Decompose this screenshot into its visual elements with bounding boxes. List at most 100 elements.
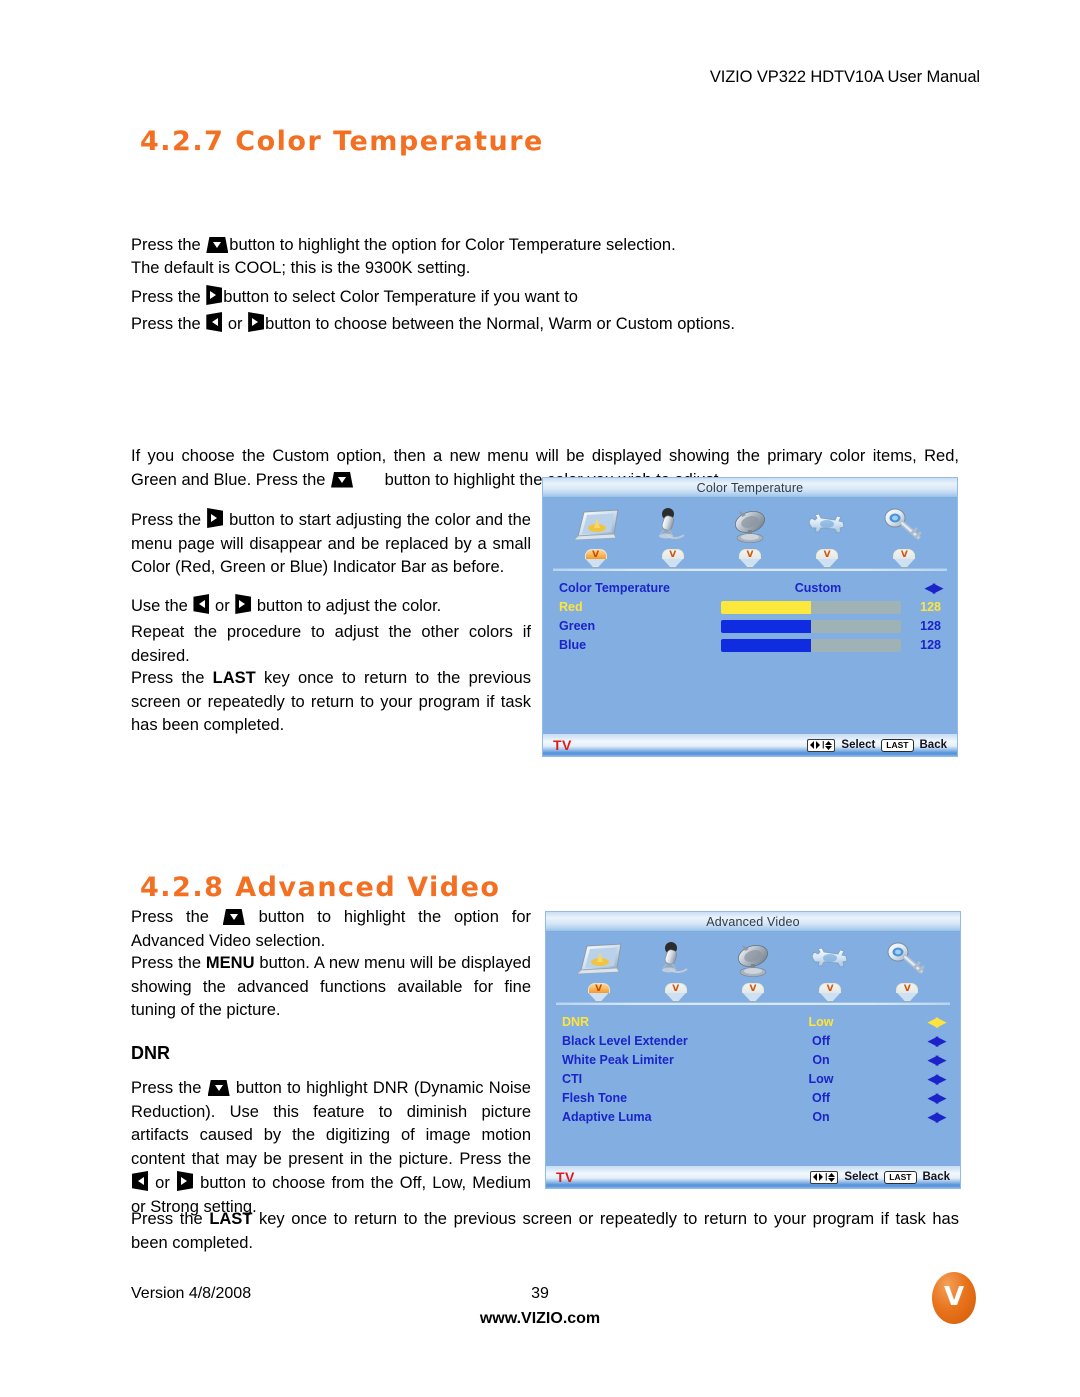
down-arrow-key-icon: [331, 471, 354, 488]
use-button-paragraph: Use the or button to adjust the color.: [131, 594, 531, 619]
blue-slider-track[interactable]: [720, 638, 901, 652]
left-right-arrows-icon[interactable]: ◀▶: [910, 1109, 946, 1125]
osd-row-value: 128: [920, 600, 941, 614]
picture-monitor-icon: [573, 940, 625, 980]
osd-tab-tuner[interactable]: V: [717, 506, 783, 567]
osd-status-bar: TV | Select LAST Back: [543, 734, 957, 756]
osd-option-list: Color Temperature Custom ◀▶ Red 128 Gree…: [543, 571, 957, 654]
osd-row-label: DNR: [562, 1015, 590, 1029]
osd-source-label: TV: [553, 737, 572, 753]
last-key-button[interactable]: LAST: [881, 738, 914, 752]
osd-row-flesh-tone[interactable]: Flesh Tone Off ◀▶: [562, 1089, 946, 1107]
start-adjusting-paragraph: Press the button to start adjusting the …: [131, 508, 531, 580]
osd-row-value: Off: [811, 1034, 831, 1048]
osd-row-red[interactable]: Red 128: [559, 598, 941, 616]
osd-titlebar: Color Temperature: [543, 478, 957, 498]
red-slider-track[interactable]: [720, 600, 901, 614]
osd-row-cti[interactable]: CTI Low ◀▶: [562, 1070, 946, 1088]
right-arrow-key-icon: [235, 594, 252, 614]
vizio-v-glyph: V: [592, 550, 600, 560]
osd-tab-parental[interactable]: V: [874, 940, 940, 1001]
osd-tab-picture[interactable]: V: [566, 940, 632, 1001]
left-arrow-key-icon: [193, 594, 210, 614]
osd-row-black-level-extender[interactable]: Black Level Extender Off ◀▶: [562, 1032, 946, 1050]
vizio-tab-marker: V: [896, 983, 919, 1001]
osd-category-icon-strip: V V V V V: [543, 498, 957, 567]
down-arrow-key-icon: [207, 1080, 230, 1096]
color-temp-intro-line-3: Press the button to select Color Tempera…: [131, 285, 851, 310]
osd-row-dnr[interactable]: DNR Low ◀▶: [562, 1013, 946, 1031]
right-arrow-key-icon: [248, 312, 265, 332]
osd-row-label: White Peak Limiter: [562, 1053, 674, 1067]
osd-tab-audio[interactable]: V: [643, 940, 709, 1001]
osd-tab-audio[interactable]: V: [640, 506, 706, 567]
back-label: Back: [922, 1171, 951, 1183]
osd-row-label: CTI: [562, 1072, 583, 1086]
osd-row-color-temperature[interactable]: Color Temperature Custom ◀▶: [559, 579, 943, 597]
osd-tab-parental[interactable]: V: [871, 506, 937, 567]
microphone-audio-icon: [650, 506, 696, 546]
adjust-color-text: button to adjust the color.: [252, 597, 442, 615]
green-slider-track[interactable]: [720, 619, 901, 633]
osd-row-adaptive-luma[interactable]: Adaptive Luma On ◀▶: [562, 1108, 946, 1126]
press-the-text: Press the: [131, 236, 206, 254]
repeat-procedure-paragraph: Repeat the procedure to adjust the other…: [131, 623, 531, 665]
key-parental-icon: [881, 506, 927, 546]
manual-header-title: VIZIO VP322 HDTV10A User Manual: [709, 68, 980, 86]
last-key-paragraph-1: Press the LAST key once to return to the…: [131, 667, 531, 738]
right-arrow-key-icon: [207, 508, 224, 528]
vizio-v-glyph: V: [900, 550, 908, 560]
vizio-tab-marker: V: [819, 983, 842, 1001]
vizio-v-glyph: V: [669, 550, 677, 560]
osd-row-green[interactable]: Green 128: [559, 617, 941, 635]
left-arrow-key-icon: [132, 1171, 148, 1191]
vizio-v-glyph: V: [746, 550, 754, 560]
right-arrow-key-icon: [177, 1171, 193, 1191]
osd-tab-setup[interactable]: V: [797, 940, 863, 1001]
footer-website: www.VIZIO.com: [479, 1310, 601, 1327]
osd-advanced-video-panel: Advanced Video V V V V V DNR Low ◀▶ Blac…: [545, 911, 961, 1189]
red-slider-fill: [720, 600, 811, 614]
intro-line-1-text: button to highlight the option for Color…: [229, 236, 676, 254]
last-key-text: key once to return to the previous scree…: [131, 1210, 959, 1252]
menu-key-label: MENU: [205, 954, 255, 972]
vizio-tab-marker: V: [741, 983, 764, 1001]
right-arrow-key-icon: [206, 285, 223, 305]
vizio-tab-marker: V: [661, 549, 684, 567]
left-right-arrows-icon[interactable]: ◀▶: [910, 1090, 946, 1106]
or-text: or: [149, 1174, 176, 1192]
osd-title: Advanced Video: [706, 914, 800, 929]
osd-tab-picture[interactable]: V: [563, 506, 629, 567]
microphone-audio-icon: [653, 940, 699, 980]
vizio-logo-icon: V: [932, 1272, 976, 1324]
last-key-paragraph-2: Press the LAST key once to return to the…: [131, 1208, 959, 1255]
wrench-setup-icon: [804, 940, 856, 980]
select-label: Select: [841, 739, 876, 751]
left-right-arrows-icon[interactable]: ◀▶: [910, 1052, 946, 1068]
color-temp-intro-line-4: Press the or button to choose between th…: [131, 312, 911, 337]
advanced-video-paragraph-2: Press the MENU button. A new menu will b…: [131, 952, 531, 1023]
left-right-arrows-icon[interactable]: ◀▶: [910, 1071, 946, 1087]
satellite-dish-tuner-icon: [727, 940, 779, 980]
osd-tab-tuner[interactable]: V: [720, 940, 786, 1001]
osd-row-value: Low: [808, 1072, 834, 1086]
left-right-arrows-icon[interactable]: ◀▶: [907, 580, 943, 596]
osd-tab-setup[interactable]: V: [794, 506, 860, 567]
key-parental-icon: [884, 940, 930, 980]
osd-row-value: Custom: [794, 581, 842, 595]
vizio-tab-marker: V: [664, 983, 687, 1001]
vizio-tab-marker-selected: V: [584, 549, 607, 567]
last-key-button[interactable]: LAST: [884, 1170, 917, 1184]
press-the-text: Press the: [131, 1210, 210, 1228]
left-right-arrows-icon[interactable]: ◀▶: [910, 1014, 946, 1030]
section-heading-advanced-video: 4.2.8 Advanced Video: [140, 872, 501, 903]
vizio-v-glyph: V: [823, 550, 831, 560]
osd-row-value: 128: [920, 638, 941, 652]
osd-row-white-peak-limiter[interactable]: White Peak Limiter On ◀▶: [562, 1051, 946, 1069]
select-label: Select: [844, 1171, 879, 1183]
left-right-arrows-icon[interactable]: ◀▶: [910, 1033, 946, 1049]
osd-row-label: Green: [559, 619, 596, 633]
osd-row-blue[interactable]: Blue 128: [559, 636, 941, 654]
osd-status-bar: TV | Select LAST Back: [546, 1166, 960, 1188]
left-arrow-key-icon: [206, 312, 223, 332]
